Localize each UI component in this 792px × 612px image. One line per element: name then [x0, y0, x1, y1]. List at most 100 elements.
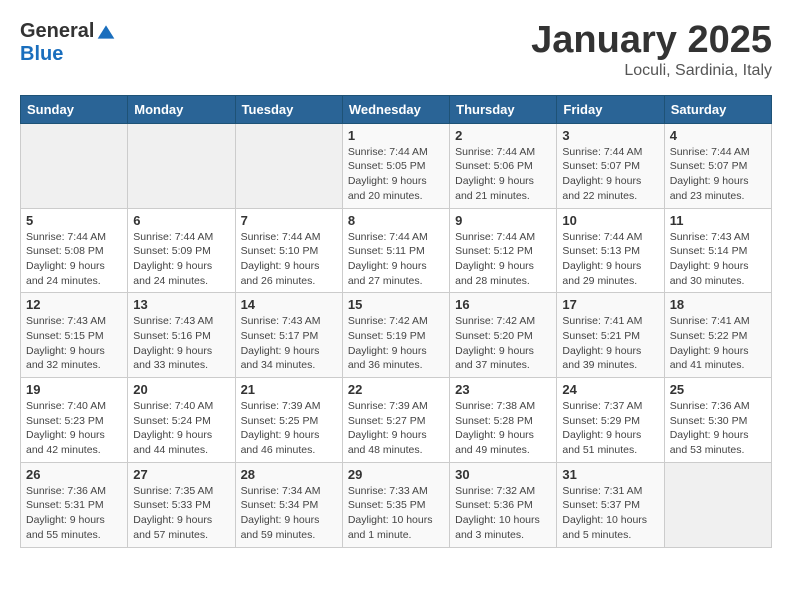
day-number: 23 [455, 382, 551, 397]
table-row: 4Sunrise: 7:44 AM Sunset: 5:07 PM Daylig… [664, 123, 771, 208]
calendar-week-row: 19Sunrise: 7:40 AM Sunset: 5:23 PM Dayli… [21, 378, 772, 463]
col-wednesday: Wednesday [342, 95, 449, 123]
day-info: Sunrise: 7:42 AM Sunset: 5:19 PM Dayligh… [348, 314, 444, 373]
day-info: Sunrise: 7:40 AM Sunset: 5:24 PM Dayligh… [133, 399, 229, 458]
day-info: Sunrise: 7:41 AM Sunset: 5:22 PM Dayligh… [670, 314, 766, 373]
day-number: 25 [670, 382, 766, 397]
day-number: 9 [455, 213, 551, 228]
table-row [664, 462, 771, 547]
calendar-week-row: 5 Sunrise: 7:44 AM Sunset: 5:08 PM Daylig… [21, 208, 772, 293]
day-number: 28 [241, 467, 337, 482]
day-info: Sunrise: 7:36 AM Sunset: 5:30 PM Dayligh… [670, 399, 766, 458]
logo-general-text: General [20, 20, 94, 43]
table-row: 31 Sunrise: 7:31 AM Sunset: 5:37 PM Dayli… [557, 462, 664, 547]
day-number: 19 [26, 382, 122, 397]
day-info: Sunrise: 7:44 AM Sunset: 5:07 PM Dayligh… [562, 145, 658, 204]
logo: General Blue [20, 20, 118, 66]
table-row: 7 Sunrise: 7:44 AM Sunset: 5:10 PM Daylig… [235, 208, 342, 293]
table-row: 28 Sunrise: 7:34 AM Sunset: 5:34 PM Dayli… [235, 462, 342, 547]
table-row: 6 Sunrise: 7:44 AM Sunset: 5:09 PM Daylig… [128, 208, 235, 293]
table-row: 21 Sunrise: 7:39 AM Sunset: 5:25 PM Dayli… [235, 378, 342, 463]
table-row: 30Sunrise: 7:32 AM Sunset: 5:36 PM Dayli… [450, 462, 557, 547]
day-number: 24 [562, 382, 658, 397]
col-sunday: Sunday [21, 95, 128, 123]
calendar-table: Sunday Monday Tuesday Wednesday Thursday… [20, 95, 772, 548]
day-info: Sunrise: 7:35 AM Sunset: 5:33 PM Dayligh… [133, 484, 229, 543]
table-row: 9Sunrise: 7:44 AM Sunset: 5:12 PM Daylig… [450, 208, 557, 293]
day-number: 10 [562, 213, 658, 228]
table-row: 1Sunrise: 7:44 AM Sunset: 5:05 PM Daylig… [342, 123, 449, 208]
table-row: 12Sunrise: 7:43 AM Sunset: 5:15 PM Dayli… [21, 293, 128, 378]
logo-blue-text: Blue [20, 43, 63, 65]
table-row: 10 Sunrise: 7:44 AM Sunset: 5:13 PM Dayli… [557, 208, 664, 293]
day-info: Sunrise: 7:43 AM Sunset: 5:17 PM Dayligh… [241, 314, 337, 373]
day-info: Sunrise: 7:43 AM Sunset: 5:14 PM Dayligh… [670, 230, 766, 289]
day-number: 13 [133, 297, 229, 312]
table-row: 20 Sunrise: 7:40 AM Sunset: 5:24 PM Dayli… [128, 378, 235, 463]
day-number: 27 [133, 467, 229, 482]
day-number: 15 [348, 297, 444, 312]
calendar-header-row: Sunday Monday Tuesday Wednesday Thursday… [21, 95, 772, 123]
day-number: 30 [455, 467, 551, 482]
title-block: January 2025 Loculi, Sardinia, Italy [531, 20, 772, 80]
calendar-week-row: 1Sunrise: 7:44 AM Sunset: 5:05 PM Daylig… [21, 123, 772, 208]
table-row: 25 Sunrise: 7:36 AM Sunset: 5:30 PM Dayli… [664, 378, 771, 463]
table-row: 15 Sunrise: 7:42 AM Sunset: 5:19 PM Dayli… [342, 293, 449, 378]
table-row [21, 123, 128, 208]
table-row: 5 Sunrise: 7:44 AM Sunset: 5:08 PM Daylig… [21, 208, 128, 293]
day-info: Sunrise: 7:33 AM Sunset: 5:35 PM Dayligh… [348, 484, 444, 543]
month-title: January 2025 [531, 20, 772, 62]
table-row: 11 Sunrise: 7:43 AM Sunset: 5:14 PM Dayli… [664, 208, 771, 293]
calendar-week-row: 26Sunrise: 7:36 AM Sunset: 5:31 PM Dayli… [21, 462, 772, 547]
table-row: 29 Sunrise: 7:33 AM Sunset: 5:35 PM Dayli… [342, 462, 449, 547]
day-info: Sunrise: 7:44 AM Sunset: 5:10 PM Dayligh… [241, 230, 337, 289]
table-row: 13 Sunrise: 7:43 AM Sunset: 5:16 PM Dayli… [128, 293, 235, 378]
day-info: Sunrise: 7:43 AM Sunset: 5:15 PM Dayligh… [26, 314, 122, 373]
day-info: Sunrise: 7:42 AM Sunset: 5:20 PM Dayligh… [455, 314, 551, 373]
location: Loculi, Sardinia, Italy [531, 62, 772, 80]
table-row: 14 Sunrise: 7:43 AM Sunset: 5:17 PM Dayli… [235, 293, 342, 378]
table-row: 3Sunrise: 7:44 AM Sunset: 5:07 PM Daylig… [557, 123, 664, 208]
table-row: 22Sunrise: 7:39 AM Sunset: 5:27 PM Dayli… [342, 378, 449, 463]
day-info: Sunrise: 7:38 AM Sunset: 5:28 PM Dayligh… [455, 399, 551, 458]
day-info: Sunrise: 7:31 AM Sunset: 5:37 PM Dayligh… [562, 484, 658, 543]
day-number: 16 [455, 297, 551, 312]
calendar-week-row: 12Sunrise: 7:43 AM Sunset: 5:15 PM Dayli… [21, 293, 772, 378]
day-number: 20 [133, 382, 229, 397]
day-info: Sunrise: 7:34 AM Sunset: 5:34 PM Dayligh… [241, 484, 337, 543]
table-row [235, 123, 342, 208]
day-info: Sunrise: 7:43 AM Sunset: 5:16 PM Dayligh… [133, 314, 229, 373]
day-info: Sunrise: 7:39 AM Sunset: 5:25 PM Dayligh… [241, 399, 337, 458]
col-thursday: Thursday [450, 95, 557, 123]
day-number: 18 [670, 297, 766, 312]
day-info: Sunrise: 7:44 AM Sunset: 5:13 PM Dayligh… [562, 230, 658, 289]
col-saturday: Saturday [664, 95, 771, 123]
day-info: Sunrise: 7:44 AM Sunset: 5:06 PM Dayligh… [455, 145, 551, 204]
table-row: 24 Sunrise: 7:37 AM Sunset: 5:29 PM Dayli… [557, 378, 664, 463]
day-number: 7 [241, 213, 337, 228]
day-number: 2 [455, 128, 551, 143]
table-row: 23 Sunrise: 7:38 AM Sunset: 5:28 PM Dayli… [450, 378, 557, 463]
day-info: Sunrise: 7:44 AM Sunset: 5:09 PM Dayligh… [133, 230, 229, 289]
day-number: 21 [241, 382, 337, 397]
table-row: 27 Sunrise: 7:35 AM Sunset: 5:33 PM Dayli… [128, 462, 235, 547]
table-row: 26Sunrise: 7:36 AM Sunset: 5:31 PM Dayli… [21, 462, 128, 547]
day-info: Sunrise: 7:44 AM Sunset: 5:11 PM Dayligh… [348, 230, 444, 289]
day-number: 22 [348, 382, 444, 397]
table-row [128, 123, 235, 208]
day-number: 26 [26, 467, 122, 482]
col-monday: Monday [128, 95, 235, 123]
day-info: Sunrise: 7:41 AM Sunset: 5:21 PM Dayligh… [562, 314, 658, 373]
day-number: 4 [670, 128, 766, 143]
day-number: 29 [348, 467, 444, 482]
day-info: Sunrise: 7:44 AM Sunset: 5:05 PM Dayligh… [348, 145, 444, 204]
day-info: Sunrise: 7:37 AM Sunset: 5:29 PM Dayligh… [562, 399, 658, 458]
day-number: 14 [241, 297, 337, 312]
day-number: 6 [133, 213, 229, 228]
day-number: 5 [26, 213, 122, 228]
table-row: 16 Sunrise: 7:42 AM Sunset: 5:20 PM Dayli… [450, 293, 557, 378]
day-number: 11 [670, 213, 766, 228]
day-info: Sunrise: 7:44 AM Sunset: 5:08 PM Dayligh… [26, 230, 122, 289]
day-number: 31 [562, 467, 658, 482]
table-row: 19Sunrise: 7:40 AM Sunset: 5:23 PM Dayli… [21, 378, 128, 463]
